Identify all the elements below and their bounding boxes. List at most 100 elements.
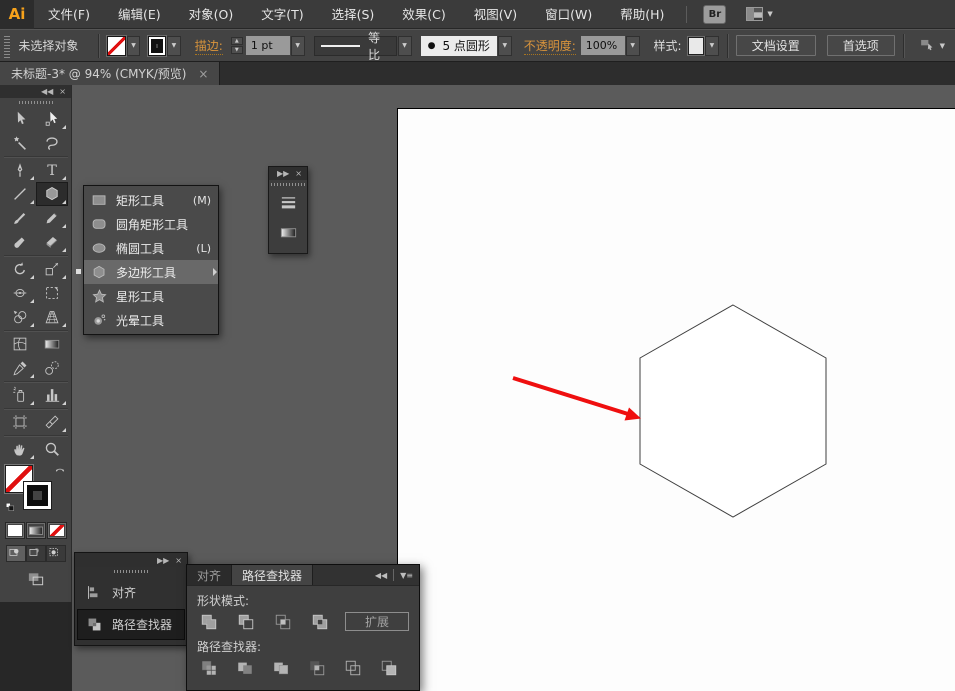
draw-inside-button[interactable]: [46, 545, 66, 562]
free-transform-tool[interactable]: [36, 281, 68, 305]
symbol-sprayer-tool[interactable]: [4, 383, 36, 407]
opacity-dropdown-button[interactable]: ▼: [626, 36, 640, 56]
polygon-tool[interactable]: [36, 182, 68, 206]
shape-builder-tool[interactable]: [4, 305, 36, 329]
rotate-tool[interactable]: [4, 257, 36, 281]
width-tool[interactable]: [4, 281, 36, 305]
opacity-input[interactable]: 100%: [581, 36, 625, 55]
screen-mode-button[interactable]: [0, 570, 71, 589]
expand-button[interactable]: 扩展: [345, 612, 409, 631]
flyout-item-5[interactable]: 光晕工具: [84, 308, 218, 332]
bridge-button[interactable]: Br: [703, 5, 726, 24]
document-tab[interactable]: 未标题-3* @ 94% (CMYK/预览) ×: [0, 62, 220, 85]
close-icon[interactable]: ×: [198, 67, 208, 81]
selection-tool[interactable]: [4, 107, 36, 131]
panel-tab-1[interactable]: 路径查找器: [232, 565, 313, 585]
draw-normal-button[interactable]: [6, 545, 26, 562]
stroke-color-proxy[interactable]: [24, 482, 51, 509]
stroke-panel-link[interactable]: 描边:: [195, 37, 223, 55]
crop-button[interactable]: [305, 658, 329, 677]
flyout-item-3[interactable]: 多边形工具: [84, 260, 218, 284]
eraser-tool[interactable]: [36, 230, 68, 254]
profile-dropdown-button[interactable]: ▼: [398, 36, 412, 56]
lasso-tool[interactable]: [36, 131, 68, 155]
stroke-dropdown-button[interactable]: ▼: [167, 36, 181, 56]
brush-definition-dropdown[interactable]: ● 5 点圆形: [421, 36, 497, 56]
pencil-tool[interactable]: [36, 206, 68, 230]
style-swatch[interactable]: [688, 37, 705, 55]
opacity-panel-link[interactable]: 不透明度:: [524, 37, 576, 55]
perspective-grid-tool[interactable]: [36, 305, 68, 329]
gradient-tool[interactable]: [36, 332, 68, 356]
column-graph-tool[interactable]: [36, 383, 68, 407]
gradient-panel-button[interactable]: [274, 221, 302, 243]
expand-icon[interactable]: ▶▶: [277, 169, 289, 178]
minus-front-button[interactable]: [234, 612, 258, 631]
blob-brush-tool[interactable]: [4, 230, 36, 254]
menu-item-0[interactable]: 文件(F): [34, 0, 104, 29]
gradient-button[interactable]: [26, 522, 46, 539]
width-profile-dropdown[interactable]: 等比: [314, 36, 397, 56]
swap-fill-stroke-icon[interactable]: [53, 465, 67, 482]
document-setup-button[interactable]: 文档设置: [736, 35, 816, 56]
menu-item-8[interactable]: 帮助(H): [606, 0, 678, 29]
minus-back-button[interactable]: [377, 658, 401, 677]
slice-tool[interactable]: [36, 410, 68, 434]
workspace-switcher[interactable]: ▼: [746, 7, 772, 21]
type-tool[interactable]: T: [36, 158, 68, 182]
panel-list-item-1[interactable]: 路径查找器: [77, 609, 185, 640]
close-icon[interactable]: ×: [175, 556, 182, 565]
outline-button[interactable]: [341, 658, 365, 677]
close-icon[interactable]: ×: [59, 87, 66, 96]
menu-item-7[interactable]: 窗口(W): [531, 0, 606, 29]
collapse-icon[interactable]: ◀◀: [375, 571, 387, 580]
fill-dropdown-button[interactable]: ▼: [127, 36, 141, 56]
menu-item-3[interactable]: 文字(T): [247, 0, 317, 29]
panel-tab-0[interactable]: 对齐: [187, 565, 232, 585]
flyout-item-2[interactable]: 椭圆工具(L): [84, 236, 218, 260]
paintbrush-tool[interactable]: [4, 206, 36, 230]
flyout-item-1[interactable]: 圆角矩形工具: [84, 212, 218, 236]
blend-tool[interactable]: [36, 356, 68, 380]
flyout-item-4[interactable]: 星形工具: [84, 284, 218, 308]
stroke-weight-dropdown[interactable]: ▼: [291, 36, 305, 56]
none-button[interactable]: [47, 522, 67, 539]
pen-tool[interactable]: [4, 158, 36, 182]
brush-dropdown-button[interactable]: ▼: [498, 36, 512, 56]
divide-button[interactable]: [197, 658, 221, 677]
direct-selection-tool[interactable]: [36, 107, 68, 131]
menu-item-6[interactable]: 视图(V): [460, 0, 531, 29]
stroke-panel-button[interactable]: [274, 191, 302, 213]
exclude-button[interactable]: [308, 612, 332, 631]
select-similar-button[interactable]: ▼: [918, 35, 945, 56]
magic-wand-tool[interactable]: [4, 131, 36, 155]
menu-item-5[interactable]: 效果(C): [388, 0, 459, 29]
fill-swatch[interactable]: [107, 36, 125, 56]
panel-list-item-0[interactable]: 对齐: [77, 577, 185, 608]
close-icon[interactable]: ×: [295, 169, 302, 178]
menu-item-2[interactable]: 对象(O): [175, 0, 248, 29]
expand-icon[interactable]: ▶▶: [157, 556, 169, 565]
preferences-button[interactable]: 首选项: [827, 35, 895, 56]
menu-item-4[interactable]: 选择(S): [318, 0, 389, 29]
menu-item-1[interactable]: 编辑(E): [104, 0, 175, 29]
style-dropdown-button[interactable]: ▼: [705, 36, 719, 56]
unite-button[interactable]: [197, 612, 221, 631]
artboard[interactable]: [397, 108, 955, 691]
panel-grip[interactable]: [269, 180, 307, 189]
stepper-down-icon[interactable]: ▼: [231, 46, 243, 54]
hand-tool[interactable]: [4, 437, 36, 461]
stepper-up-icon[interactable]: ▲: [231, 37, 243, 45]
merge-button[interactable]: [269, 658, 293, 677]
stroke-weight-stepper[interactable]: ▲ ▼: [231, 37, 243, 54]
color-button[interactable]: [5, 522, 25, 539]
eyedropper-tool[interactable]: [4, 356, 36, 380]
artboard-tool[interactable]: [4, 410, 36, 434]
panel-grip[interactable]: [4, 34, 10, 58]
panel-menu-icon[interactable]: ▼≡: [400, 571, 413, 580]
intersect-button[interactable]: [271, 612, 295, 631]
mesh-tool[interactable]: [4, 332, 36, 356]
stroke-swatch[interactable]: [148, 36, 166, 56]
default-fill-stroke-icon[interactable]: [5, 502, 17, 517]
line-segment-tool[interactable]: [4, 182, 36, 206]
